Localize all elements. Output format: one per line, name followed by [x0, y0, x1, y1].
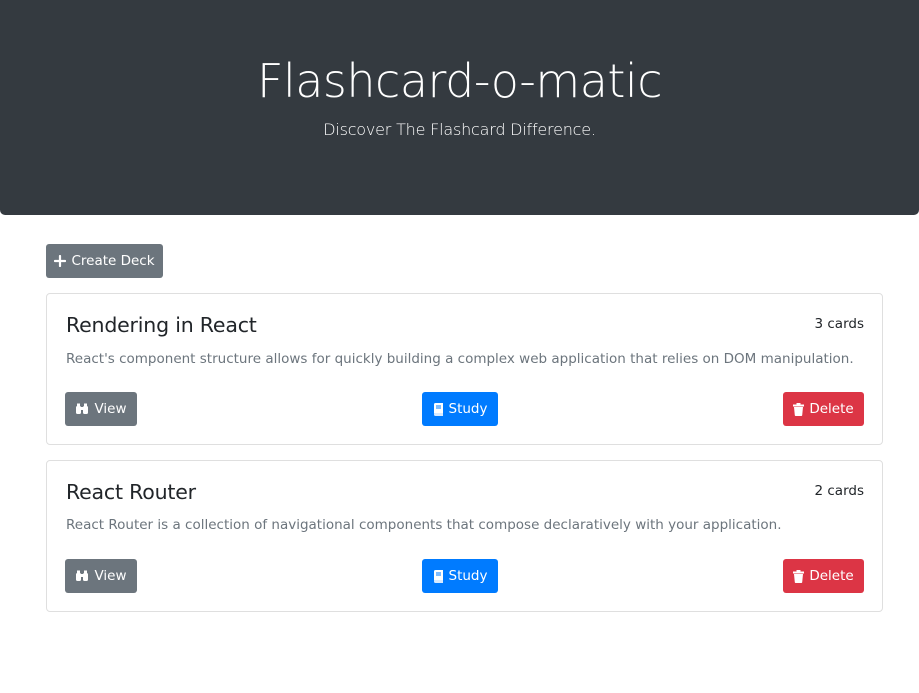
deck-title: React Router: [66, 480, 196, 504]
study-button[interactable]: Study: [422, 392, 498, 426]
delete-label: Delete: [809, 401, 854, 417]
app-title: Flashcard-o-matic: [257, 54, 662, 108]
deck-card: Rendering in React 3 cards React's compo…: [46, 293, 883, 445]
view-button[interactable]: View: [65, 392, 137, 426]
deck-description: React Router is a collection of navigati…: [66, 517, 782, 533]
book-icon: [433, 569, 444, 583]
book-icon: [433, 402, 444, 416]
delete-label: Delete: [809, 568, 854, 584]
view-label: View: [94, 568, 127, 584]
view-label: View: [94, 401, 127, 417]
deck-description: React's component structure allows for q…: [66, 351, 854, 367]
study-button[interactable]: Study: [422, 559, 498, 593]
binoculars-icon: [75, 570, 89, 582]
view-button[interactable]: View: [65, 559, 137, 593]
create-deck-button[interactable]: Create Deck: [46, 244, 163, 278]
study-label: Study: [448, 568, 488, 584]
deck-card-count: 3 cards: [814, 316, 865, 332]
trash-icon: [793, 569, 805, 583]
deck-title: Rendering in React: [66, 313, 257, 337]
delete-button[interactable]: Delete: [783, 559, 864, 593]
plus-icon: [54, 255, 67, 267]
delete-button[interactable]: Delete: [783, 392, 864, 426]
page-header: Flashcard-o-matic Discover The Flashcard…: [0, 0, 919, 215]
create-deck-label: Create Deck: [71, 253, 155, 269]
deck-card-count: 2 cards: [814, 483, 865, 499]
trash-icon: [793, 402, 805, 416]
binoculars-icon: [75, 403, 89, 415]
study-label: Study: [448, 401, 488, 417]
deck-card: React Router 2 cards React Router is a c…: [46, 460, 883, 612]
app-subtitle: Discover The Flashcard Difference.: [323, 120, 596, 139]
